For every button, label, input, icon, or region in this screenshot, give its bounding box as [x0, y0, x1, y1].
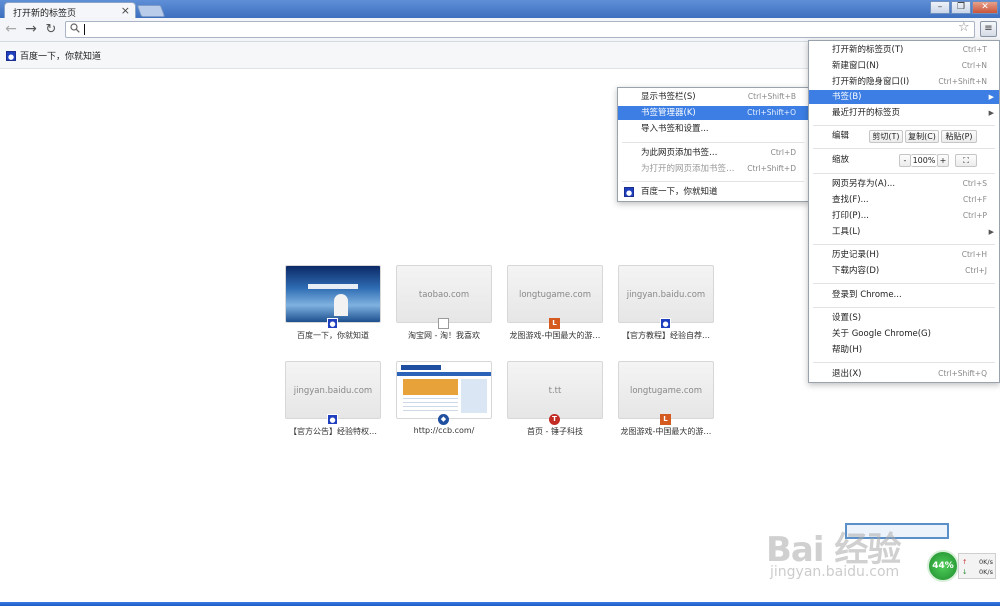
zoom-level: 100%: [911, 154, 937, 167]
upload-arrow-icon: ↑: [962, 558, 968, 566]
menu-item-downloads[interactable]: 下载内容(D) Ctrl+J: [809, 264, 999, 278]
toolbar: ← → ↻ ☆ ≡: [0, 18, 1000, 42]
tile-thumbnail: [396, 361, 492, 419]
text-caret: [84, 24, 85, 35]
copy-button[interactable]: 复制(C): [905, 130, 939, 143]
minimize-button[interactable]: –: [930, 1, 950, 14]
forward-arrow-icon[interactable]: →: [22, 21, 40, 38]
zoom-out-button[interactable]: -: [899, 154, 911, 167]
address-bar[interactable]: [65, 21, 975, 38]
baidu-paw-icon: ●: [327, 318, 338, 329]
back-arrow-icon[interactable]: ←: [2, 21, 20, 38]
menu-item-settings[interactable]: 设置(S): [809, 311, 999, 325]
menu-item-bookmark-baidu[interactable]: ● 百度一下，你就知道: [618, 185, 808, 199]
baidu-paw-icon: ●: [327, 414, 338, 425]
paste-button[interactable]: 粘贴(P): [941, 130, 977, 143]
bookmarks-submenu: 显示书签栏(S) Ctrl+Shift+B 书签管理器(K) Ctrl+Shif…: [617, 87, 809, 202]
baidu-paw-icon: ●: [6, 50, 16, 61]
tab-new-tab[interactable]: 打开新的标签页 ×: [4, 2, 136, 19]
chrome-main-menu: 打开新的标签页(T) Ctrl+T 新建窗口(N) Ctrl+N 打开新的隐身窗口(…: [808, 40, 1000, 383]
menu-item-bookmarks[interactable]: 书签(B) ▶: [809, 90, 999, 104]
bookmark-label: 百度一下，你就知道: [20, 52, 102, 62]
tile-jingyan-notice[interactable]: jingyan.baidu.com ● 【官方公告】经验特权…: [285, 361, 381, 436]
baidu-paw-icon: ●: [624, 187, 634, 197]
tile-longtugame-2[interactable]: longtugame.com L 龙图游戏-中国最大的游…: [618, 361, 714, 436]
fullscreen-icon[interactable]: ⛶: [955, 154, 977, 167]
tile-thumbnail: taobao.com: [396, 265, 492, 323]
submenu-arrow-icon: ▶: [988, 109, 994, 117]
window-close-button[interactable]: ✕: [972, 1, 998, 14]
tile-smartisan[interactable]: t.tt T 首页 - 锤子科技: [507, 361, 603, 436]
tile-thumbnail: t.tt: [507, 361, 603, 419]
tile-thumbnail: longtugame.com: [507, 265, 603, 323]
tile-thumbnail: longtugame.com: [618, 361, 714, 419]
ccb-icon: ◆: [438, 414, 449, 425]
longtu-L-icon: L: [549, 318, 560, 329]
watermark-url: jingyan.baidu.com: [770, 564, 900, 580]
tile-jingyan-tutorial[interactable]: jingyan.baidu.com ● 【官方教程】经验自荐…: [618, 265, 714, 340]
tile-ccb[interactable]: ◆ http://ccb.com/: [396, 361, 492, 435]
menu-item-bookmark-this-page[interactable]: 为此网页添加书签… Ctrl+D: [618, 146, 808, 160]
speed-panel: ↑ 0K/s ↓ 0K/s: [958, 553, 996, 579]
download-arrow-icon: ↓: [962, 568, 968, 576]
bookmark-baidu[interactable]: ● 百度一下，你就知道: [6, 49, 101, 62]
chrome-menu-button[interactable]: ≡: [980, 21, 997, 37]
menu-item-help[interactable]: 帮助(H): [809, 343, 999, 357]
bookmark-star-icon[interactable]: ☆: [958, 20, 970, 35]
menu-item-sign-in[interactable]: 登录到 Chrome...: [809, 288, 999, 302]
menu-item-incognito[interactable]: 打开新的隐身窗口(I) Ctrl+Shift+N: [809, 75, 999, 89]
baidu-paw-icon: ●: [660, 318, 671, 329]
menu-item-show-bookmarks-bar[interactable]: 显示书签栏(S) Ctrl+Shift+B: [618, 90, 808, 104]
tile-thumbnail: jingyan.baidu.com: [285, 361, 381, 419]
menu-item-tools[interactable]: 工具(L) ▶: [809, 225, 999, 239]
network-speed-widget[interactable]: 44% ↑ 0K/s ↓ 0K/s: [927, 550, 997, 584]
zoom-in-button[interactable]: +: [937, 154, 949, 167]
menu-item-about[interactable]: 关于 Google Chrome(G): [809, 327, 999, 341]
upload-speed: 0K/s: [979, 558, 993, 566]
tile-caption: 首页 - 锤子科技: [527, 427, 583, 436]
tile-baidu[interactable]: ● 百度一下，你就知道: [285, 265, 381, 340]
title-bar: 打开新的标签页 × – ❐ ✕: [0, 0, 1000, 19]
new-tab-button[interactable]: [136, 5, 166, 17]
reload-icon[interactable]: ↻: [42, 21, 60, 38]
cut-button[interactable]: 剪切(T): [869, 130, 903, 143]
download-speed: 0K/s: [979, 568, 993, 576]
search-icon: [70, 23, 80, 36]
tile-longtugame[interactable]: longtugame.com L 龙图游戏-中国最大的游…: [507, 265, 603, 340]
tile-caption: 龙图游戏-中国最大的游…: [620, 427, 712, 436]
menu-item-import-bookmarks[interactable]: 导入书签和设置...: [618, 122, 808, 136]
longtu-L-icon: L: [660, 414, 671, 425]
tile-caption: 【官方公告】经验特权…: [289, 427, 377, 436]
menu-item-print[interactable]: 打印(P)... Ctrl+P: [809, 209, 999, 223]
tile-caption: 龙图游戏-中国最大的游…: [509, 331, 601, 340]
menu-item-exit[interactable]: 退出(X) Ctrl+Shift+Q: [809, 367, 999, 381]
speed-percent: 44%: [927, 550, 959, 582]
tile-caption: http://ccb.com/: [413, 426, 475, 435]
menu-item-new-window[interactable]: 新建窗口(N) Ctrl+N: [809, 59, 999, 73]
menu-item-find[interactable]: 查找(F)... Ctrl+F: [809, 193, 999, 207]
menu-item-bookmark-open-pages: 为打开的网页添加书签… Ctrl+Shift+D: [641, 164, 796, 174]
tile-taobao[interactable]: taobao.com 淘宝网 - 淘！我喜欢: [396, 265, 492, 340]
menu-item-save-as[interactable]: 网页另存为(A)... Ctrl+S: [809, 177, 999, 191]
smartisan-t-icon: T: [549, 414, 560, 425]
document-icon: [438, 318, 449, 329]
taskbar: [0, 602, 1000, 606]
tile-caption: 百度一下，你就知道: [297, 331, 369, 340]
tab-close-icon[interactable]: ×: [121, 4, 130, 17]
tile-thumbnail: jingyan.baidu.com: [618, 265, 714, 323]
submenu-arrow-icon: ▶: [988, 93, 994, 101]
tile-caption: 淘宝网 - 淘！我喜欢: [408, 331, 480, 340]
submenu-arrow-icon: ▶: [988, 228, 994, 236]
tile-caption: 【官方教程】经验自荐…: [622, 331, 710, 340]
menu-item-history[interactable]: 历史记录(H) Ctrl+H: [809, 248, 999, 262]
menu-item-recent-tabs[interactable]: 最近打开的标签页 ▶: [809, 106, 999, 120]
tile-thumbnail: [285, 265, 381, 323]
maximize-button[interactable]: ❐: [951, 1, 971, 14]
menu-item-bookmark-manager[interactable]: 书签管理器(K) Ctrl+Shift+O: [618, 106, 808, 120]
menu-item-new-tab[interactable]: 打开新的标签页(T) Ctrl+T: [809, 43, 999, 57]
